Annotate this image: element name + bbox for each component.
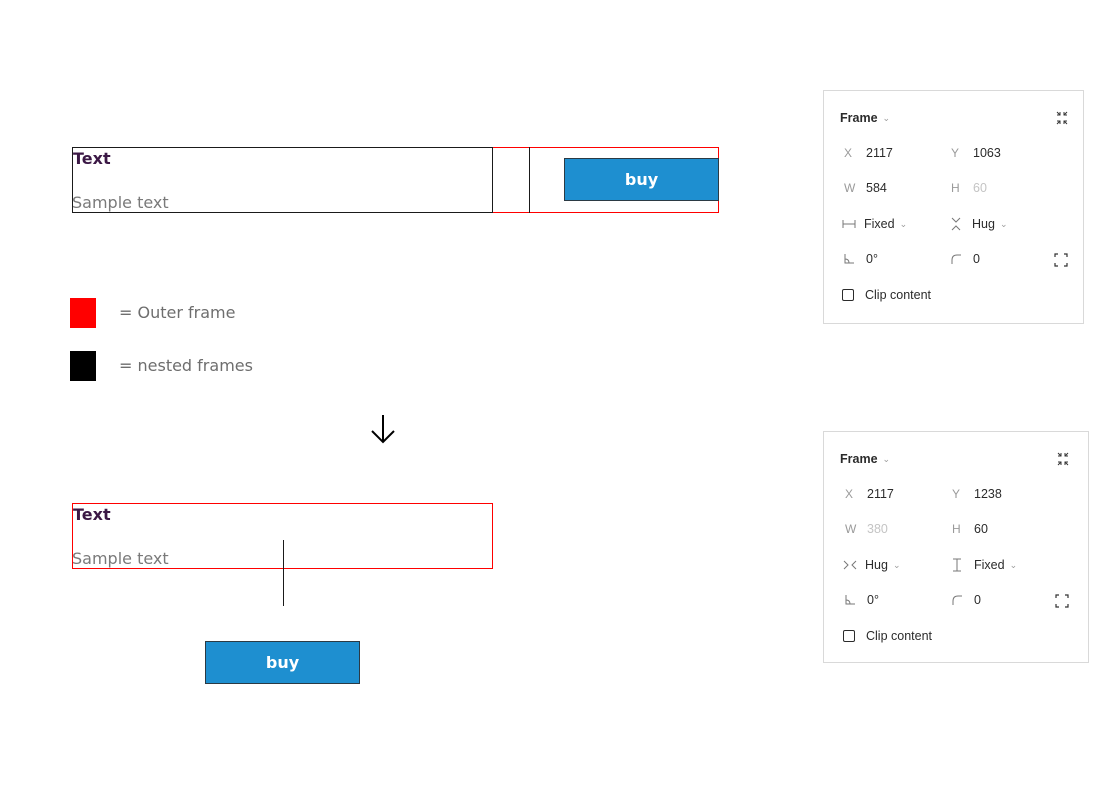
rotation-field[interactable]: 0° <box>844 252 878 266</box>
panel-title: Frame <box>840 452 878 466</box>
after-spacer-frame[interactable] <box>283 540 284 606</box>
corner-radius-value: 0 <box>974 593 981 607</box>
x-label: X <box>844 146 853 160</box>
height-mode-value: Fixed <box>974 558 1005 572</box>
w-field[interactable]: W 380 <box>845 522 888 536</box>
rotation-value: 0° <box>866 252 878 266</box>
h-label: H <box>952 522 961 536</box>
before-subtext: Sample text <box>72 193 169 212</box>
clip-content-checkbox[interactable]: Clip content <box>843 629 932 643</box>
collapse-icon[interactable] <box>1056 452 1070 466</box>
frame-type-dropdown[interactable]: Frame ⌄ <box>840 452 890 466</box>
x-label: X <box>845 487 854 501</box>
h-value: 60 <box>974 522 988 536</box>
height-mode-value: Hug <box>972 217 995 231</box>
w-label: W <box>844 181 856 195</box>
w-field[interactable]: W 584 <box>844 181 887 195</box>
independent-corners-icon[interactable] <box>1055 594 1069 608</box>
after-heading: Text <box>73 505 111 524</box>
chevron-down-icon: ⌄ <box>1009 559 1018 570</box>
nested-frames-swatch <box>70 351 96 381</box>
x-field[interactable]: X 2117 <box>845 487 894 501</box>
hug-vertical-icon <box>951 217 961 231</box>
width-mode-value: Fixed <box>864 217 895 231</box>
chevron-down-icon: ⌄ <box>999 218 1008 229</box>
y-field[interactable]: Y 1238 <box>952 487 1002 501</box>
clip-content-checkbox[interactable]: Clip content <box>842 288 931 302</box>
x-value: 2117 <box>866 146 893 160</box>
before-layout: Text Sample text buy <box>0 0 740 230</box>
nested-spacer-frame[interactable] <box>493 147 530 213</box>
nested-frames-legend-label: = nested frames <box>119 356 253 375</box>
checkbox-box[interactable] <box>842 289 854 301</box>
h-field[interactable]: H 60 <box>952 522 988 536</box>
y-label: Y <box>952 487 961 501</box>
independent-corners-icon[interactable] <box>1054 253 1068 267</box>
h-label: H <box>951 181 960 195</box>
y-value: 1063 <box>973 146 1001 160</box>
frame-properties-panel-bottom: Frame ⌄ X 2117 Y 1238 W 380 H 60 Hug ⌄ F… <box>823 431 1089 663</box>
height-mode-dropdown[interactable]: Hug ⌄ <box>950 217 1007 231</box>
clip-content-label: Clip content <box>865 288 932 302</box>
y-field[interactable]: Y 1063 <box>951 146 1001 160</box>
corner-radius-icon <box>952 595 962 605</box>
collapse-icon[interactable] <box>1055 111 1069 125</box>
width-mode-value: Hug <box>865 558 888 572</box>
before-heading: Text <box>73 149 111 168</box>
chevron-down-icon: ⌄ <box>892 559 901 570</box>
arrow-down-icon <box>371 415 395 444</box>
height-mode-dropdown[interactable]: Fixed ⌄ <box>952 558 1017 572</box>
width-mode-dropdown[interactable]: Fixed ⌄ <box>842 217 907 231</box>
w-value: 380 <box>867 522 888 536</box>
corner-radius-icon <box>951 254 961 264</box>
vertical-resize-icon <box>953 558 961 572</box>
y-label: Y <box>951 146 960 160</box>
checkbox-box[interactable] <box>843 630 855 642</box>
corner-radius-field[interactable]: 0 <box>951 252 980 266</box>
before-buy-button[interactable]: buy <box>564 158 719 201</box>
y-value: 1238 <box>974 487 1002 501</box>
x-field[interactable]: X 2117 <box>844 146 893 160</box>
after-subtext: Sample text <box>72 549 169 568</box>
h-field[interactable]: H 60 <box>951 181 987 195</box>
chevron-down-icon: ⌄ <box>882 112 891 123</box>
chevron-down-icon: ⌄ <box>882 453 891 464</box>
w-value: 584 <box>866 181 887 195</box>
horizontal-resize-icon <box>842 220 856 228</box>
after-buy-button[interactable]: buy <box>205 641 360 684</box>
panel-title: Frame <box>840 111 878 125</box>
rotation-icon <box>844 254 854 264</box>
rotation-icon <box>845 595 855 605</box>
width-mode-dropdown[interactable]: Hug ⌄ <box>843 558 900 572</box>
h-value: 60 <box>973 181 987 195</box>
rotation-field[interactable]: 0° <box>845 593 879 607</box>
outer-frame-legend-label: = Outer frame <box>119 303 236 322</box>
hug-horizontal-icon <box>843 560 857 570</box>
after-layout: Text Sample text buy <box>0 490 520 700</box>
frame-type-dropdown[interactable]: Frame ⌄ <box>840 111 890 125</box>
chevron-down-icon: ⌄ <box>899 218 908 229</box>
outer-frame-swatch <box>70 298 96 328</box>
corner-radius-field[interactable]: 0 <box>952 593 981 607</box>
corner-radius-value: 0 <box>973 252 980 266</box>
rotation-value: 0° <box>867 593 879 607</box>
clip-content-label: Clip content <box>866 629 933 643</box>
x-value: 2117 <box>867 487 894 501</box>
frame-properties-panel-top: Frame ⌄ X 2117 Y 1063 W 584 H 60 Fixed ⌄… <box>823 90 1084 324</box>
w-label: W <box>845 522 857 536</box>
